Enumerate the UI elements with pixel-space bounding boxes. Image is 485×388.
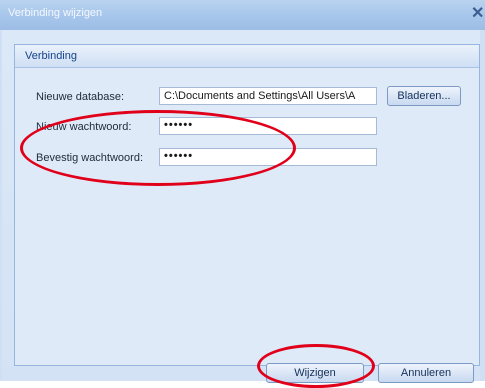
title-bar[interactable]: Verbinding wijzigen ✕ (0, 0, 485, 30)
dialog-client-area: Verbinding Nieuwe database: C:\Documents… (2, 30, 480, 383)
database-label: Nieuwe database: (36, 91, 125, 103)
group-title: Verbinding (25, 50, 77, 62)
confirm-password-label: Bevestig wachtwoord: (36, 152, 143, 164)
password-field[interactable]: •••••• (159, 117, 377, 135)
dialog-window: Verbinding wijzigen ✕ Verbinding Nieuwe … (0, 0, 485, 388)
cancel-button[interactable]: Annuleren (378, 363, 474, 383)
confirm-password-field[interactable]: •••••• (159, 148, 377, 166)
connection-group: Verbinding Nieuwe database: C:\Documents… (14, 44, 480, 366)
window-title: Verbinding wijzigen (8, 7, 103, 19)
browse-button[interactable]: Bladeren... (387, 86, 461, 106)
database-field[interactable]: C:\Documents and Settings\All Users\A (159, 87, 377, 105)
close-icon[interactable]: ✕ (471, 3, 485, 25)
change-button[interactable]: Wijzigen (266, 363, 364, 383)
password-label: Nieuw wachtwoord: (36, 121, 132, 133)
group-header: Verbinding (15, 45, 479, 68)
